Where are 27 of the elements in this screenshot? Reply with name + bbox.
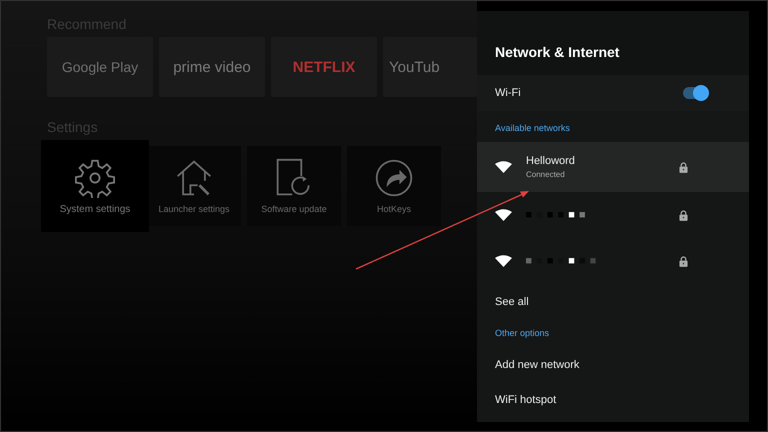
shortcut-icon	[374, 158, 414, 198]
settings-tile[interactable]: Software update	[247, 146, 341, 226]
settings-tile[interactable]: System settings	[41, 140, 149, 232]
app-tile[interactable]: Google Play	[47, 37, 153, 97]
tile-label: HotKeys	[376, 204, 411, 214]
wifi-toggle[interactable]	[683, 87, 707, 99]
gear-icon	[75, 158, 115, 198]
wifi-icon	[495, 255, 512, 267]
see-all-link[interactable]: See all	[477, 284, 749, 319]
tile-label: Software update	[261, 204, 327, 214]
tile-label: System settings	[60, 204, 130, 214]
network-status: Connected	[526, 170, 566, 179]
section-header: Other options	[494, 327, 550, 340]
section-header: Available networks	[494, 122, 571, 135]
network-name: Helloword	[526, 155, 576, 167]
menu-item[interactable]: WiFi hotspot	[477, 382, 749, 417]
tile-label: Launcher settings	[158, 204, 230, 214]
menu-item[interactable]: Add new network	[477, 347, 749, 382]
app-tile[interactable]: prime video	[159, 37, 265, 97]
app-tile[interactable]: NETFLIX	[271, 37, 377, 97]
settings-tile[interactable]: Launcher settings	[147, 146, 241, 226]
network-row[interactable]: Helloword Connected	[477, 142, 749, 192]
app-tile[interactable]: YouTub	[383, 37, 477, 97]
wifi-icon	[495, 209, 512, 221]
panel-title: Network & Internet	[495, 44, 620, 60]
settings-tile[interactable]: HotKeys	[347, 146, 441, 226]
wifi-icon	[495, 161, 512, 173]
